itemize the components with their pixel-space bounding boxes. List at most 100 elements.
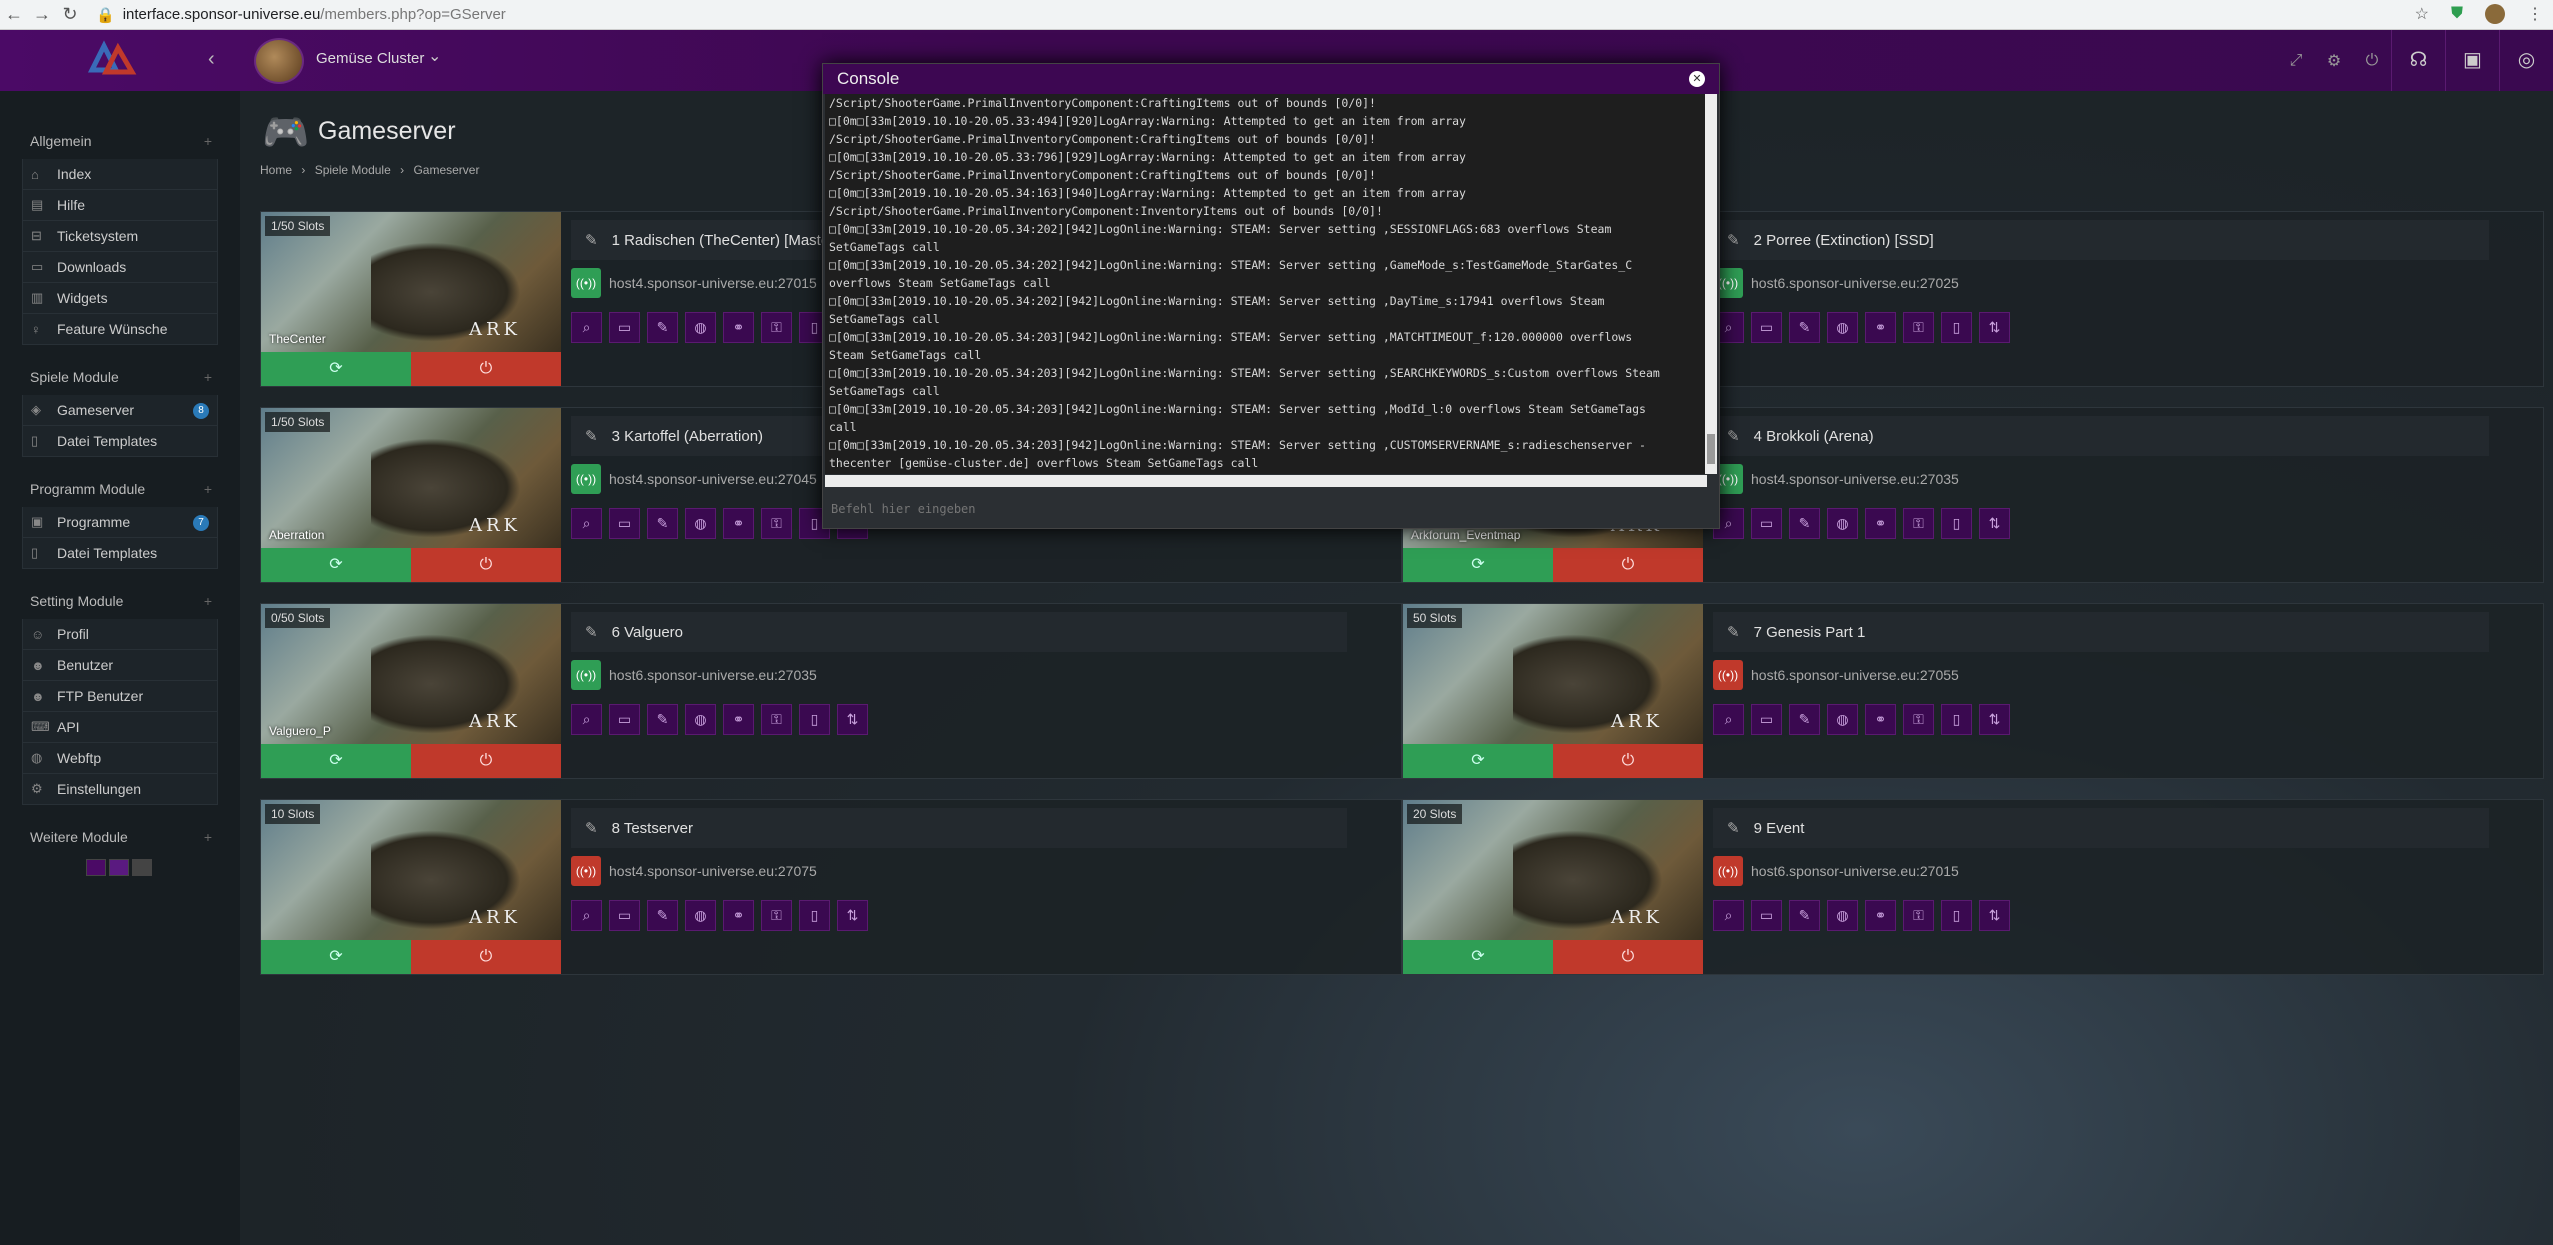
edit-icon[interactable]: ✎ (585, 819, 598, 837)
console-log[interactable]: /Script/ShooterGame.PrimalInventoryCompo… (825, 94, 1707, 474)
sidebar-item-profil[interactable]: ☺ Profil (22, 619, 218, 650)
power-icon[interactable]: ⏻ (2353, 52, 2391, 70)
support-icon[interactable]: ☊ (2391, 30, 2445, 91)
sync-icon[interactable]: ⇅ (837, 704, 868, 735)
server-thumbnail[interactable]: 1/50 Slots TheCenter ARK (261, 212, 561, 352)
console-command-input[interactable] (825, 492, 1717, 526)
link-icon[interactable]: ⚭ (723, 508, 754, 539)
reload-icon[interactable]: ↻ (56, 4, 84, 25)
console-icon[interactable]: ▭ (609, 704, 640, 735)
file-icon[interactable]: ▯ (799, 704, 830, 735)
restart-button[interactable]: ⟳ (261, 940, 411, 974)
console-icon[interactable]: ▭ (1751, 508, 1782, 539)
console-icon[interactable]: ▭ (609, 508, 640, 539)
edit-icon[interactable]: ✎ (647, 508, 678, 539)
globe-icon[interactable]: ◍ (685, 900, 716, 931)
back-icon[interactable]: ← (0, 4, 28, 25)
console-icon[interactable]: ▭ (609, 312, 640, 343)
sidebar-item-hilfe[interactable]: ▤ Hilfe (22, 190, 218, 221)
link-icon[interactable]: ⚭ (1865, 508, 1896, 539)
sidebar-item-downloads[interactable]: ▭ Downloads (22, 252, 218, 283)
plus-icon[interactable]: + (204, 369, 212, 385)
file-icon[interactable]: ▯ (1941, 312, 1972, 343)
globe-icon[interactable]: ◍ (685, 704, 716, 735)
edit-icon[interactable]: ✎ (647, 312, 678, 343)
link-icon[interactable]: ⚭ (723, 704, 754, 735)
globe-icon[interactable]: ◍ (685, 508, 716, 539)
link-icon[interactable]: ⚭ (1865, 704, 1896, 735)
search-icon[interactable]: ⌕ (571, 900, 602, 931)
breadcrumb-home[interactable]: Home (260, 163, 292, 177)
server-thumbnail[interactable]: 10 Slots ARK (261, 800, 561, 940)
sidebar-item-datei-templates[interactable]: ▯ Datei Templates (22, 426, 218, 457)
server-thumbnail[interactable]: 1/50 Slots Aberration ARK (261, 408, 561, 548)
headset-icon[interactable]: ◎ (2499, 30, 2553, 91)
edit-icon[interactable]: ✎ (1789, 900, 1820, 931)
globe-icon[interactable]: ◍ (1827, 508, 1858, 539)
key-icon[interactable]: ⚿ (1903, 312, 1934, 343)
globe-icon[interactable]: ◍ (685, 312, 716, 343)
power-button[interactable]: ⏻ (411, 744, 561, 778)
link-icon[interactable]: ⚭ (1865, 900, 1896, 931)
link-icon[interactable]: ⚭ (1865, 312, 1896, 343)
edit-icon[interactable]: ✎ (585, 427, 598, 445)
globe-icon[interactable]: ◍ (1827, 312, 1858, 343)
sidebar-item-index[interactable]: ⌂ Index (22, 159, 218, 190)
key-icon[interactable]: ⚿ (761, 508, 792, 539)
sidebar-item-programme[interactable]: ▣ Programme 7 (22, 507, 218, 538)
gear-icon[interactable]: ⚙ (2315, 51, 2353, 71)
sidebar-item-webftp[interactable]: ◍ Webftp (22, 743, 218, 774)
search-icon[interactable]: ⌕ (571, 312, 602, 343)
scrollbar-thumb[interactable] (1707, 434, 1715, 464)
edit-icon[interactable]: ✎ (1789, 312, 1820, 343)
theme-swatch-violet[interactable] (109, 859, 129, 876)
sync-icon[interactable]: ⇅ (1979, 704, 2010, 735)
link-icon[interactable]: ⚭ (723, 900, 754, 931)
edit-icon[interactable]: ✎ (1789, 508, 1820, 539)
layout-icon[interactable]: ▣ (2445, 30, 2499, 91)
sidebar-item-widgets[interactable]: ▥ Widgets (22, 283, 218, 314)
sidebar-item-benutzer[interactable]: ☻ Benutzer (22, 650, 218, 681)
file-icon[interactable]: ▯ (1941, 900, 1972, 931)
fullscreen-icon[interactable]: ⤢ (2277, 52, 2315, 70)
power-button[interactable]: ⏻ (411, 940, 561, 974)
search-icon[interactable]: ⌕ (571, 704, 602, 735)
theme-swatch-purple[interactable] (86, 859, 106, 876)
sync-icon[interactable]: ⇅ (1979, 508, 2010, 539)
plus-icon[interactable]: + (204, 593, 212, 609)
file-icon[interactable]: ▯ (1941, 508, 1972, 539)
edit-icon[interactable]: ✎ (647, 704, 678, 735)
server-thumbnail[interactable]: 0/50 Slots Valguero_P ARK (261, 604, 561, 744)
key-icon[interactable]: ⚿ (761, 900, 792, 931)
console-icon[interactable]: ▭ (1751, 900, 1782, 931)
shield-icon[interactable]: ⛊ (2451, 5, 2463, 23)
sidebar-item-feature-wuensche[interactable]: ♀ Feature Wünsche (22, 314, 218, 345)
close-icon[interactable]: ✕ (1689, 71, 1705, 87)
edit-icon[interactable]: ✎ (585, 231, 598, 249)
plus-icon[interactable]: + (204, 133, 212, 149)
globe-icon[interactable]: ◍ (1827, 704, 1858, 735)
link-icon[interactable]: ⚭ (723, 312, 754, 343)
power-button[interactable]: ⏻ (411, 548, 561, 582)
sync-icon[interactable]: ⇅ (1979, 312, 2010, 343)
sidebar-item-ticketsystem[interactable]: ⊟ Ticketsystem (22, 221, 218, 252)
chevron-down-icon[interactable]: ⌄ (428, 46, 441, 66)
menu-icon[interactable]: ⋮ (2527, 4, 2543, 24)
cluster-name[interactable]: Gemüse Cluster (316, 50, 424, 67)
key-icon[interactable]: ⚿ (1903, 900, 1934, 931)
console-icon[interactable]: ▭ (1751, 704, 1782, 735)
sidebar-item-ftp-benutzer[interactable]: ☻ FTP Benutzer (22, 681, 218, 712)
edit-icon[interactable]: ✎ (647, 900, 678, 931)
edit-icon[interactable]: ✎ (1789, 704, 1820, 735)
edit-icon[interactable]: ✎ (1727, 623, 1740, 641)
collapse-sidebar-icon[interactable]: ‹ (208, 48, 215, 71)
console-icon[interactable]: ▭ (1751, 312, 1782, 343)
plus-icon[interactable]: + (204, 481, 212, 497)
console-header[interactable]: Console ✕ (823, 64, 1719, 94)
edit-icon[interactable]: ✎ (585, 623, 598, 641)
sync-icon[interactable]: ⇅ (1979, 900, 2010, 931)
address-bar[interactable]: 🔒 interface.sponsor-universe.eu/members.… (96, 6, 506, 24)
search-icon[interactable]: ⌕ (571, 508, 602, 539)
sidebar-item-gameserver[interactable]: ◈ Gameserver 8 (22, 395, 218, 426)
key-icon[interactable]: ⚿ (1903, 508, 1934, 539)
